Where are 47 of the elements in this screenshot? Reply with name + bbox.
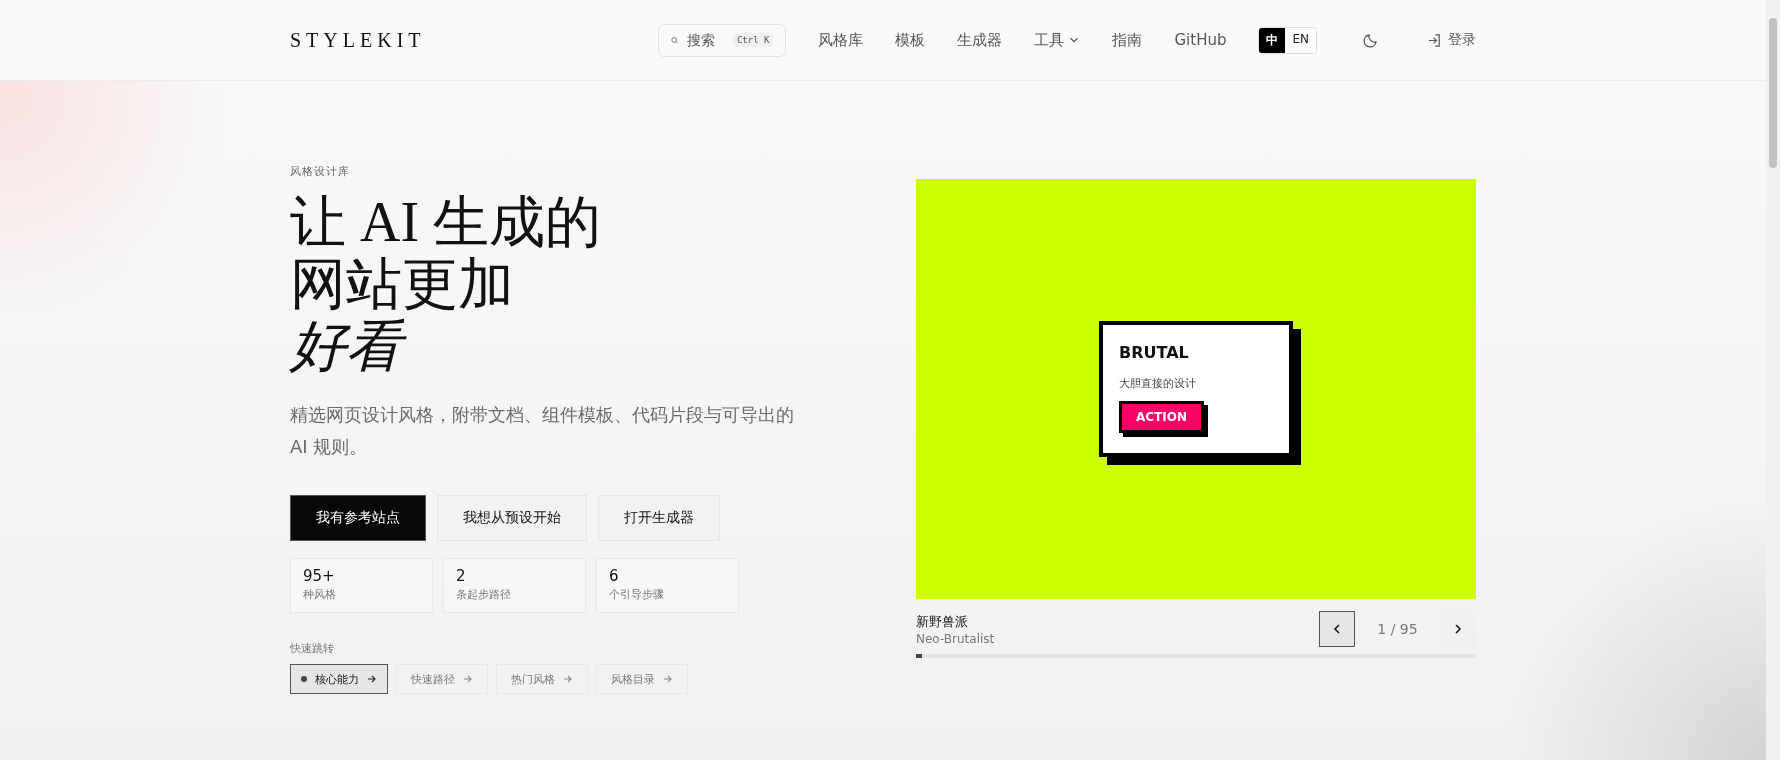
login-link[interactable]: 登录 [1427, 31, 1476, 49]
eyebrow-label: 风格设计库 [290, 164, 351, 179]
stat-value: 6 [609, 567, 620, 585]
style-subtitle: Neo-Brutalist [916, 631, 995, 646]
search-field[interactable]: 搜索 Ctrl K [658, 23, 787, 57]
language-option[interactable]: EN [1285, 27, 1316, 53]
moon-icon[interactable] [1363, 32, 1379, 48]
stat-label: 条起步路径 [456, 587, 512, 602]
arrow-right-icon [563, 674, 573, 684]
quick-jump-chip[interactable]: 热门风格 [496, 664, 588, 694]
nav-link[interactable]: 指南 [1112, 30, 1143, 50]
quick-jump-chip[interactable]: 核心能力 [290, 664, 388, 694]
logo[interactable]: STYLEKIT [290, 28, 426, 52]
stat-value: 2 [456, 567, 467, 585]
hero-title-line: 让 AI 生成的 [290, 191, 603, 253]
chevron-left-icon [1331, 623, 1343, 635]
arrow-right-icon [367, 674, 377, 684]
style-name: 新野兽派 [916, 612, 969, 631]
cta-button[interactable]: 打开生成器 [598, 495, 720, 541]
search-input[interactable]: 搜索 [686, 32, 725, 48]
nav-link[interactable]: GitHub [1174, 31, 1227, 49]
hero-title-line: 好看 [290, 315, 830, 377]
login-icon [1427, 32, 1442, 48]
stat-label: 个引导步骤 [609, 587, 665, 602]
nav-link[interactable]: 模板 [895, 30, 926, 50]
nav-link[interactable]: 生成器 [957, 30, 1003, 50]
stat-value: 95+ [303, 567, 336, 585]
quick-jump-label: 快速跳转 [290, 641, 335, 656]
cta-button[interactable]: 我想从预设开始 [437, 495, 587, 541]
hero-title-line: 网站更加 [290, 253, 515, 315]
previous-button[interactable] [1319, 611, 1355, 647]
quick-jump-chip[interactable]: 风格目录 [596, 664, 688, 694]
card-title: BRUTAL [1119, 343, 1190, 362]
hero-subtitle: 精选网页设计风格，附带文档、组件模板、代码片段与可导出的 AI 规则。 [290, 403, 795, 459]
shortcut-hint: Ctrl K [732, 33, 774, 47]
scrollbar[interactable] [1766, 0, 1780, 760]
arrow-right-icon [463, 674, 473, 684]
stat-label: 种风格 [303, 587, 337, 602]
slide-counter: 1 / 95 [1376, 621, 1419, 637]
arrow-right-icon [663, 674, 673, 684]
chevron-right-icon [1452, 623, 1464, 635]
cta-button[interactable]: 我有参考站点 [290, 495, 426, 541]
language-option[interactable]: 中 [1259, 27, 1286, 53]
nav-dropdown[interactable]: 工具 [1034, 30, 1081, 50]
quick-jump-chip[interactable]: 快速路径 [396, 664, 488, 694]
card-text: 大胆直接的设计 [1119, 376, 1197, 391]
nav-link[interactable]: 风格库 [818, 30, 864, 50]
